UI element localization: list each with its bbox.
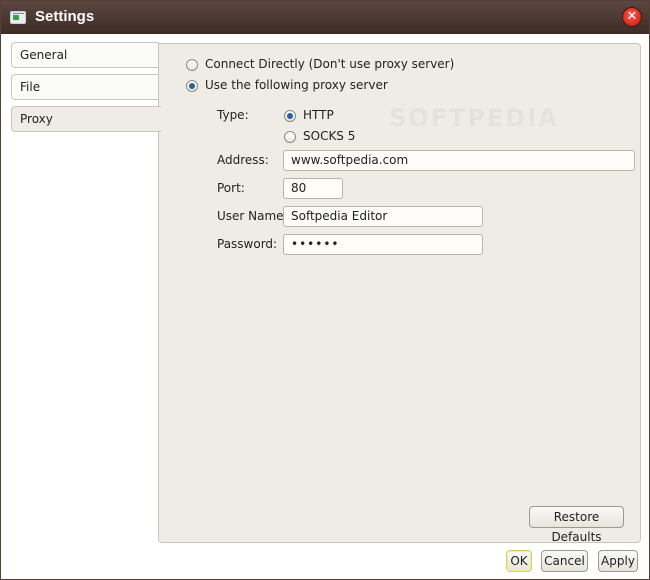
- cancel-button[interactable]: Cancel: [541, 550, 588, 572]
- use-proxy-radio[interactable]: [186, 80, 198, 92]
- connect-directly-radio[interactable]: [186, 59, 198, 71]
- tab-proxy-label: Proxy: [20, 112, 53, 126]
- tab-general[interactable]: General: [11, 42, 159, 68]
- username-label: User Name:: [217, 209, 288, 223]
- username-input[interactable]: Softpedia Editor: [283, 206, 483, 227]
- watermark-text: SOFTPEDIA: [389, 104, 559, 132]
- address-label: Address:: [217, 153, 269, 167]
- http-radio[interactable]: [284, 110, 296, 122]
- title-bar[interactable]: Settings ✕: [1, 1, 649, 34]
- close-icon[interactable]: ✕: [622, 7, 642, 27]
- radio-selected-dot: [189, 83, 195, 89]
- tab-proxy[interactable]: Proxy: [11, 106, 161, 132]
- socks5-radio[interactable]: [284, 131, 296, 143]
- apply-button[interactable]: Apply: [598, 550, 638, 572]
- proxy-panel: SOFTPEDIA Connect Directly (Don't use pr…: [158, 43, 641, 544]
- password-label: Password:: [217, 237, 278, 251]
- use-proxy-label[interactable]: Use the following proxy server: [205, 78, 388, 92]
- port-input[interactable]: 80: [283, 178, 343, 199]
- settings-window: Settings ✕ General File Proxy SOFTPEDIA …: [0, 0, 650, 580]
- tab-file-label: File: [20, 80, 41, 94]
- restore-defaults-button[interactable]: Restore Defaults: [529, 506, 624, 544]
- tab-file[interactable]: File: [11, 74, 159, 100]
- password-input[interactable]: ••••••: [283, 234, 483, 255]
- type-label: Type:: [217, 108, 249, 122]
- app-icon: [10, 11, 26, 24]
- port-label: Port:: [217, 181, 245, 195]
- ok-button[interactable]: OK: [506, 550, 532, 572]
- connect-directly-label[interactable]: Connect Directly (Don't use proxy server…: [205, 57, 454, 71]
- socks5-label[interactable]: SOCKS 5: [303, 129, 355, 143]
- window-title: Settings: [35, 8, 95, 25]
- address-input[interactable]: www.softpedia.com: [283, 150, 635, 171]
- tab-general-label: General: [20, 48, 68, 62]
- http-label[interactable]: HTTP: [303, 108, 334, 122]
- radio-selected-dot: [287, 113, 293, 119]
